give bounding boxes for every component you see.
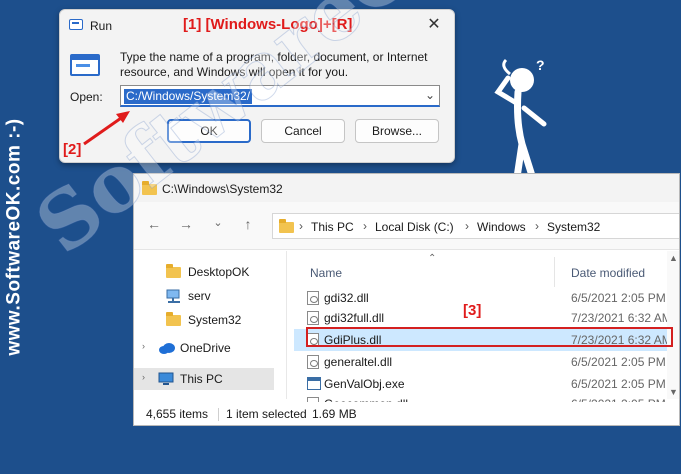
navigation-pane: DesktopOK serv System32 › OneDrive › Thi… — [134, 251, 274, 399]
cancel-button[interactable]: Cancel — [261, 119, 345, 143]
sort-chevron-up-icon: ⌃ — [428, 253, 437, 264]
svg-text:?: ? — [536, 57, 545, 73]
status-bar: 4,655 items 1 item selected 1.69 MB — [134, 402, 679, 425]
chevron-right-icon: › — [535, 219, 539, 233]
nav-item-desktopok[interactable]: DesktopOK — [134, 261, 274, 283]
nav-item-label: serv — [188, 289, 211, 303]
up-arrow-icon[interactable]: ↑ — [238, 216, 258, 232]
run-titlebar: Run [1] [Windows-Logo]+[R] ✕ — [60, 10, 454, 40]
explorer-navbar: ← → ⌄ ↑ › This PC › Local Disk (C:) › Wi… — [134, 202, 679, 250]
browse-button[interactable]: Browse... — [355, 119, 439, 143]
file-date: 7/23/2021 6:32 AM — [571, 333, 672, 347]
chevron-right-icon: › — [465, 219, 469, 233]
computer-icon — [158, 372, 174, 385]
folder-icon — [142, 181, 157, 195]
file-row-gdi32full[interactable]: gdi32full.dll 7/23/2021 6:32 AM — [294, 307, 679, 329]
run-title: Run — [90, 19, 113, 33]
annotation-step3: [3] — [463, 302, 482, 319]
breadcrumb-system32[interactable]: System32 — [547, 220, 600, 234]
nav-item-label: DesktopOK — [188, 265, 250, 279]
folder-icon — [166, 312, 181, 326]
explorer-window: C:\Windows\System32 ← → ⌄ ↑ › This PC › … — [133, 173, 680, 426]
column-divider[interactable] — [554, 257, 555, 287]
breadcrumb-this-pc[interactable]: This PC — [311, 220, 354, 234]
column-header-name[interactable]: Name — [310, 266, 342, 280]
annotation-step1: [1] [Windows-Logo]+[R] — [183, 16, 353, 33]
explorer-title: C:\Windows\System32 — [162, 182, 283, 196]
cloud-icon — [159, 343, 175, 354]
status-item-count: 4,655 items — [146, 407, 209, 421]
breadcrumb-local-disk[interactable]: Local Disk (C:) — [375, 220, 454, 234]
file-row-gdi32[interactable]: gdi32.dll 6/5/2021 2:05 PM — [294, 287, 679, 309]
file-name: GdiPlus.dll — [324, 333, 382, 347]
file-name: generaltel.dll — [324, 355, 393, 369]
chevron-right-icon[interactable]: › — [142, 341, 145, 351]
nav-item-serv[interactable]: serv — [134, 285, 274, 307]
file-row-generaltel[interactable]: generaltel.dll 6/5/2021 2:05 PM — [294, 351, 679, 373]
chevron-right-icon[interactable]: › — [142, 372, 145, 382]
dll-file-icon — [307, 355, 319, 369]
thinking-figure-icon: ? — [494, 57, 547, 188]
scroll-up-icon[interactable]: ▲ — [669, 253, 678, 263]
network-folder-icon — [166, 289, 180, 303]
side-brand-label: www.SoftwareOK.com :-) — [4, 118, 26, 356]
file-name: GenValObj.exe — [324, 377, 405, 391]
status-size: 1.69 MB — [312, 407, 357, 421]
file-date: 6/5/2021 2:05 PM — [571, 377, 666, 391]
vertical-scrollbar[interactable]: ▲ ▼ — [667, 251, 679, 399]
run-app-icon — [69, 19, 83, 30]
nav-item-label: This PC — [180, 372, 223, 386]
pane-divider[interactable] — [286, 251, 287, 399]
chevron-down-icon[interactable]: ⌄ — [425, 88, 435, 102]
open-combobox[interactable]: C:/Windows/System32/ ⌄ — [120, 85, 440, 107]
dll-file-icon — [307, 311, 319, 325]
file-date: 6/5/2021 2:05 PM — [571, 355, 666, 369]
file-row-gdiplus[interactable]: GdiPlus.dll 7/23/2021 6:32 AM — [294, 329, 679, 351]
ok-button[interactable]: OK — [167, 119, 251, 143]
scroll-down-icon[interactable]: ▼ — [669, 387, 678, 397]
file-date: 7/23/2021 6:32 AM — [571, 311, 672, 325]
explorer-titlebar: C:\Windows\System32 — [134, 174, 679, 202]
chevron-right-icon: › — [299, 219, 303, 233]
close-button[interactable]: ✕ — [424, 15, 444, 35]
chevron-right-icon: › — [363, 219, 367, 233]
back-arrow-icon[interactable]: ← — [144, 216, 164, 232]
open-input-value[interactable]: C:/Windows/System32/ — [124, 89, 253, 104]
annotation-step2: [2] — [63, 141, 82, 158]
breadcrumb-windows[interactable]: Windows — [477, 220, 526, 234]
file-date: 6/5/2021 2:05 PM — [571, 291, 666, 305]
nav-item-system32[interactable]: System32 — [134, 309, 274, 331]
address-bar[interactable]: › This PC › Local Disk (C:) › Windows › … — [272, 213, 679, 239]
recent-chevron-icon[interactable]: ⌄ — [208, 216, 228, 229]
forward-arrow-icon[interactable]: → — [176, 216, 196, 232]
file-row-genvalobj[interactable]: GenValObj.exe 6/5/2021 2:05 PM — [294, 373, 679, 395]
status-divider — [218, 408, 219, 421]
annotation-arrow-icon — [83, 111, 130, 146]
column-header-date[interactable]: Date modified — [571, 266, 645, 280]
run-program-icon — [70, 54, 100, 76]
nav-item-label: OneDrive — [180, 341, 231, 355]
folder-icon — [166, 264, 181, 278]
status-selected: 1 item selected — [226, 407, 307, 421]
nav-item-this-pc[interactable]: › This PC — [134, 368, 274, 390]
exe-file-icon — [307, 377, 321, 390]
side-brand-text: www.SoftwareOK.com :-) — [2, 0, 28, 474]
run-description: Type the name of a program, folder, docu… — [120, 50, 428, 79]
file-name: gdi32full.dll — [324, 311, 385, 325]
file-list: ⌃ Name Date modified gdi32.dll 6/5/2021 … — [294, 251, 679, 411]
nav-item-label: System32 — [188, 313, 242, 327]
address-folder-icon — [279, 219, 294, 233]
nav-item-onedrive[interactable]: › OneDrive — [134, 337, 274, 359]
dll-file-icon — [307, 333, 319, 347]
file-name: gdi32.dll — [324, 291, 369, 305]
dll-file-icon — [307, 291, 319, 305]
